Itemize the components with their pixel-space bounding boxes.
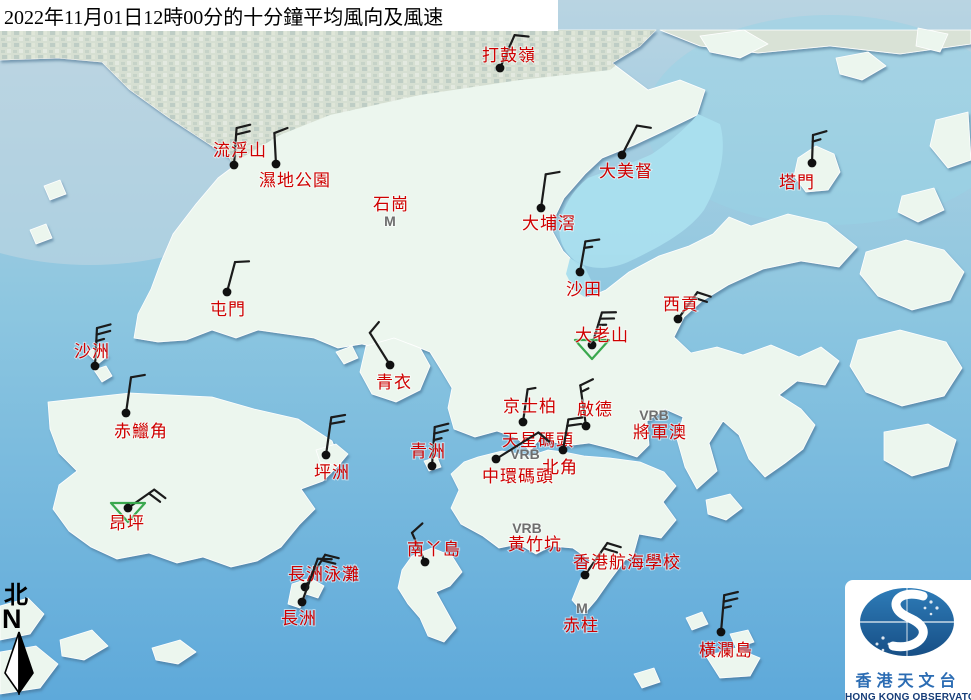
station-label: 石崗 xyxy=(373,195,409,214)
station-label: 香港航海學校 xyxy=(573,553,681,572)
station-dot xyxy=(537,204,546,213)
station-label: 西貢 xyxy=(663,295,699,314)
station-dot xyxy=(428,462,437,471)
station-dot xyxy=(386,361,395,370)
station-label: 青洲 xyxy=(410,442,446,461)
station-dot xyxy=(582,422,591,431)
station-label: 昂坪 xyxy=(109,514,145,533)
hko-wind-map: 打鼓嶺流浮山濕地公園M石崗大美督塔門大埔滘沙田西貢大老山沙洲屯門青衣赤鱲角坪洲青… xyxy=(0,0,971,700)
station-label: 濕地公園 xyxy=(259,171,331,190)
station-label: 打鼓嶺 xyxy=(482,46,536,65)
wind-note: VRB xyxy=(512,520,542,536)
station-label: 赤柱 xyxy=(563,616,599,635)
wind-barb-feather xyxy=(515,35,529,36)
hko-chinese-name: 香港天文台 xyxy=(845,667,971,691)
north-letter-label: N xyxy=(2,608,42,631)
station-label: 赤鱲角 xyxy=(114,422,168,441)
station-dot xyxy=(91,362,100,371)
hko-logo: 香港天文台 HONG KONG OBSERVATORY xyxy=(845,580,971,700)
wind-note: VRB xyxy=(639,407,669,423)
station-label: 大老山 xyxy=(575,326,629,345)
station-label: 大美督 xyxy=(599,162,653,181)
hko-english-name: HONG KONG OBSERVATORY xyxy=(845,692,971,700)
station-label: 坪洲 xyxy=(314,463,350,482)
station-dot xyxy=(492,455,501,464)
station-label: 橫瀾島 xyxy=(699,641,753,660)
north-arrow-icon xyxy=(2,631,38,695)
station-dot xyxy=(122,409,131,418)
station-label: 北角 xyxy=(542,458,578,477)
station-label: 黃竹坑 xyxy=(508,535,562,554)
map-canvas: 打鼓嶺流浮山濕地公園M石崗大美督塔門大埔滘沙田西貢大老山沙洲屯門青衣赤鱲角坪洲青… xyxy=(0,0,971,700)
station-dot xyxy=(124,504,133,513)
station-label: 大埔滘 xyxy=(522,214,576,233)
station-label: 南丫島 xyxy=(407,540,461,559)
station-dot xyxy=(272,160,281,169)
station-dot xyxy=(717,628,726,637)
station-dot xyxy=(322,451,331,460)
station-dot xyxy=(223,288,232,297)
station-dot xyxy=(519,418,528,427)
station-dot xyxy=(576,268,585,277)
station-label: 青衣 xyxy=(376,373,412,392)
north-compass: 北 N xyxy=(2,584,42,700)
station-dot xyxy=(674,315,683,324)
station-label: 長洲泳灘 xyxy=(288,565,360,584)
map-title: 2022年11月01日12時00分的十分鐘平均風向及風速 xyxy=(0,0,558,31)
station-label: 將軍澳 xyxy=(633,423,687,442)
wind-barb-feather xyxy=(528,388,536,389)
wind-barb-feather xyxy=(584,247,592,248)
station-label: 屯門 xyxy=(210,300,246,319)
station-dot xyxy=(559,446,568,455)
station-dot xyxy=(230,161,239,170)
station-label: 沙洲 xyxy=(74,342,110,361)
wind-note: M xyxy=(576,600,588,616)
station-label: 流浮山 xyxy=(213,141,267,160)
station-label: 沙田 xyxy=(566,280,602,299)
wind-note: M xyxy=(384,213,396,229)
station-label: 塔門 xyxy=(779,173,815,192)
station-label: 長洲 xyxy=(281,609,317,628)
station-dot xyxy=(618,151,627,160)
station-label: 啟德 xyxy=(577,400,613,419)
station-dot xyxy=(298,598,307,607)
station-label: 京士柏 xyxy=(503,397,557,416)
station-dot xyxy=(808,159,817,168)
hko-emblem-icon xyxy=(845,580,971,664)
wind-barb-feather xyxy=(235,261,249,262)
